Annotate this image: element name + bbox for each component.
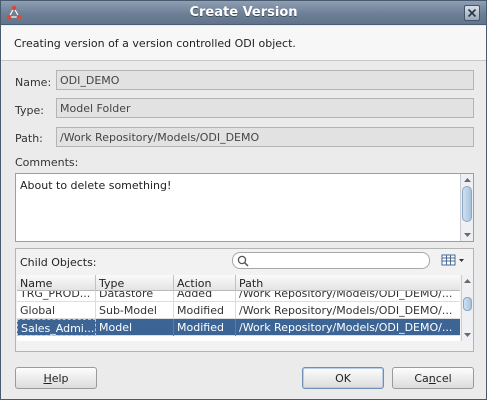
dialog-title: Create Version	[189, 5, 298, 20]
search-icon	[237, 255, 249, 267]
cell-path: /Work Repository/Models/ODI_DEMO/...	[239, 304, 453, 317]
cell-type: Model	[96, 319, 174, 336]
comments-scrollbar[interactable]	[460, 174, 473, 241]
help-mnemonic: H	[43, 372, 52, 385]
ok-label: OK	[335, 372, 351, 385]
dialog-header: Creating version of a version controlled…	[1, 26, 486, 61]
header-description: Creating version of a version controlled…	[14, 37, 296, 50]
scroll-down-icon[interactable]	[463, 230, 472, 239]
view-options-button[interactable]	[440, 253, 468, 268]
path-field: /Work Repository/Models/ODI_DEMO	[56, 127, 474, 147]
child-objects-label: Child Objects:	[20, 256, 97, 269]
cell-action: Modified	[174, 319, 236, 336]
cell-type: Sub-Model	[96, 302, 174, 319]
cell-action: Modified	[174, 302, 236, 319]
scroll-down-icon[interactable]	[463, 330, 472, 339]
close-button[interactable]	[464, 5, 480, 21]
scroll-up-icon[interactable]	[463, 176, 472, 185]
cell-name: Global	[17, 302, 96, 319]
comments-label: Comments:	[15, 156, 79, 169]
ok-button[interactable]: OK	[302, 367, 384, 389]
table-vertical-scrollbar[interactable]	[461, 275, 473, 341]
type-field: Model Folder	[56, 98, 474, 118]
name-field: ODI_DEMO	[56, 70, 474, 90]
scroll-up-icon[interactable]	[463, 277, 472, 286]
cancel-button[interactable]: Cancel	[392, 367, 474, 389]
help-button[interactable]: Help	[15, 367, 97, 389]
comments-text: About to delete something!	[20, 179, 172, 192]
table-view-icon	[441, 254, 464, 266]
cell-path: /Work Repository/Models/ODI_DEMO/...	[239, 321, 453, 334]
table-row-selected[interactable]: Sales_Admi... Model Modified /Work Repos…	[17, 319, 460, 336]
child-objects-search-input[interactable]	[232, 252, 430, 269]
cancel-mnemonic: n	[428, 372, 436, 385]
column-header-type[interactable]: Type	[96, 275, 174, 291]
help-label: elp	[51, 372, 69, 385]
column-header-path[interactable]: Path	[236, 275, 460, 291]
table-header-overlay: Name Type Action Path	[17, 275, 460, 291]
cell-name: Sales_Admi...	[17, 319, 96, 336]
table-scroll-thumb[interactable]	[463, 297, 472, 311]
comments-scroll-thumb[interactable]	[462, 186, 472, 222]
close-icon	[467, 8, 477, 18]
cancel-label-pre: Ca	[414, 372, 429, 385]
comments-textarea[interactable]: About to delete something!	[15, 173, 474, 242]
path-label: Path:	[15, 132, 43, 145]
child-objects-panel: Child Objects: Name Type Action Pat	[15, 248, 474, 352]
create-version-dialog: Create Version Creating version of a ver…	[0, 0, 487, 400]
table-horizontal-scrollbar[interactable]	[17, 341, 473, 351]
column-header-action[interactable]: Action	[174, 275, 236, 291]
table-row[interactable]: Global Sub-Model Modified /Work Reposito…	[17, 302, 460, 319]
type-label: Type:	[15, 104, 44, 117]
title-bar[interactable]: Create Version	[1, 1, 486, 25]
name-label: Name:	[15, 76, 52, 89]
column-header-name[interactable]: Name	[17, 275, 96, 291]
child-objects-table: Name Type Action Path TRG_PROD... Datast…	[17, 275, 460, 341]
cancel-label-rest: cel	[435, 372, 452, 385]
